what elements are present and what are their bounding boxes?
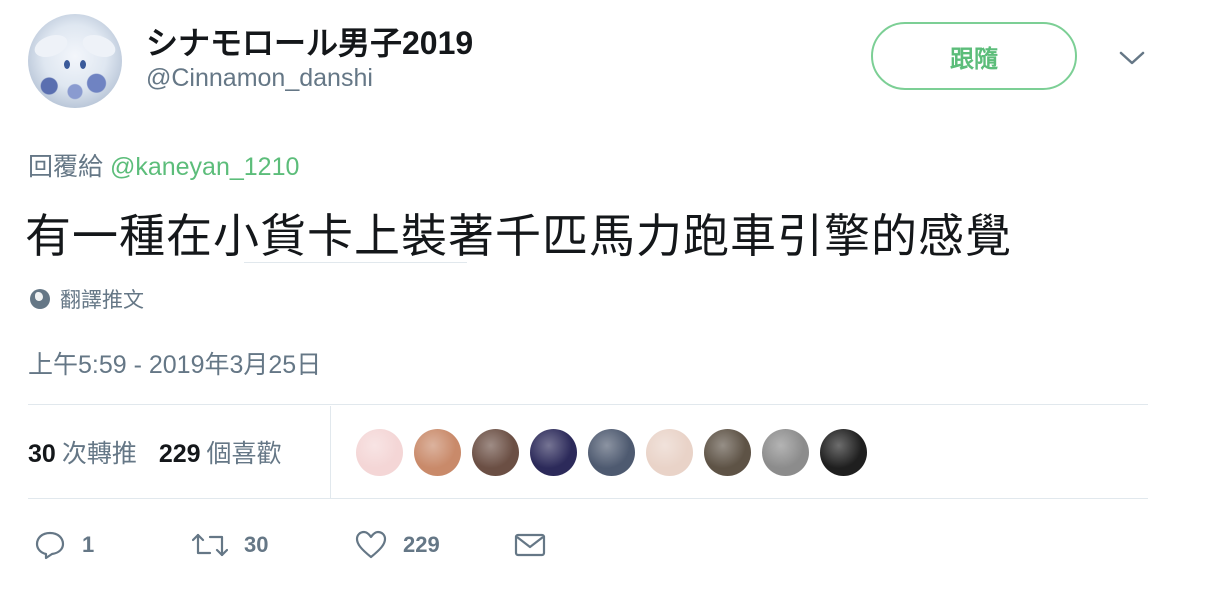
like-count: 229 bbox=[403, 532, 440, 557]
reply-context: 回覆給 @kaneyan_1210 bbox=[28, 147, 299, 183]
retweets-stat[interactable]: 30 次轉推 bbox=[28, 434, 137, 470]
liker-avatar-8[interactable] bbox=[762, 429, 809, 476]
divider-top bbox=[28, 404, 1148, 405]
like-action[interactable]: 229 bbox=[355, 520, 440, 570]
envelope-icon bbox=[514, 533, 546, 557]
retweets-count: 30 bbox=[28, 440, 56, 468]
liker-avatar-2[interactable] bbox=[414, 429, 461, 476]
liker-avatar-6[interactable] bbox=[646, 429, 693, 476]
stats-divider bbox=[330, 406, 331, 498]
tweet-text: 有一種在小貨卡上裝著千匹馬力跑車引擎的感覺 bbox=[25, 210, 1012, 262]
text-underline bbox=[244, 262, 467, 263]
direct-message-action[interactable] bbox=[514, 520, 546, 570]
retweet-action[interactable]: 30 bbox=[192, 520, 268, 570]
tweet-actions: 1 30 229 bbox=[0, 520, 1210, 570]
reply-icon bbox=[35, 531, 65, 560]
avatar-eye-left bbox=[64, 60, 70, 69]
avatar-eye-right bbox=[80, 60, 86, 69]
liker-avatar-9[interactable] bbox=[820, 429, 867, 476]
avatar-ear-left bbox=[31, 30, 71, 62]
tweet-timestamp[interactable]: 上午5:59 - 2019年3月25日 bbox=[28, 345, 321, 381]
tweet-stats: 30 次轉推 229 個喜歡 bbox=[28, 434, 282, 470]
user-handle[interactable]: @Cinnamon_danshi bbox=[146, 64, 373, 93]
retweet-icon bbox=[192, 533, 228, 557]
chevron-down-icon[interactable] bbox=[1118, 48, 1146, 68]
retweet-count: 30 bbox=[244, 532, 269, 557]
follow-button[interactable]: 跟隨 bbox=[871, 22, 1077, 90]
heart-icon bbox=[355, 530, 387, 559]
reply-mention-link[interactable]: @kaneyan_1210 bbox=[110, 153, 299, 181]
globe-icon bbox=[30, 289, 50, 309]
likes-count: 229 bbox=[158, 440, 201, 468]
liker-avatar-3[interactable] bbox=[472, 429, 519, 476]
translate-label: 翻譯推文 bbox=[60, 289, 144, 312]
user-avatar[interactable] bbox=[28, 14, 122, 108]
user-display-name[interactable]: シナモロール男子2019 bbox=[146, 18, 473, 64]
likes-label: 個喜歡 bbox=[206, 440, 282, 468]
reply-count: 1 bbox=[82, 532, 95, 557]
liker-avatar-5[interactable] bbox=[588, 429, 635, 476]
retweets-label: 次轉推 bbox=[61, 440, 137, 468]
liker-avatar-1[interactable] bbox=[356, 429, 403, 476]
liker-avatars bbox=[356, 429, 867, 476]
likes-stat[interactable]: 229 個喜歡 bbox=[159, 434, 282, 470]
avatar-flowers bbox=[32, 72, 118, 100]
divider-bottom bbox=[28, 498, 1148, 499]
reply-action[interactable]: 1 bbox=[34, 520, 94, 570]
avatar-ear-right bbox=[79, 30, 119, 62]
follow-button-label: 跟隨 bbox=[950, 45, 998, 73]
liker-avatar-7[interactable] bbox=[704, 429, 751, 476]
reply-prefix: 回覆給 bbox=[28, 153, 104, 181]
liker-avatar-4[interactable] bbox=[530, 429, 577, 476]
translate-tweet-link[interactable]: 翻譯推文 bbox=[30, 284, 144, 314]
